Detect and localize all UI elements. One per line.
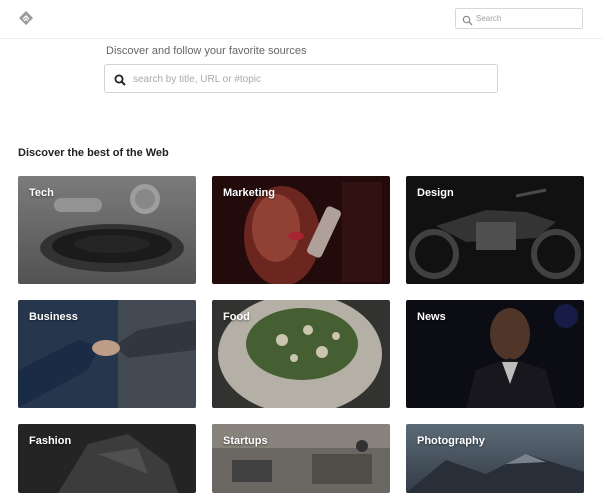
category-label: Food — [223, 311, 250, 323]
feedly-logo-icon[interactable] — [18, 10, 34, 26]
header-search-box[interactable] — [455, 8, 583, 29]
category-tile-news[interactable]: News — [406, 300, 584, 408]
search-icon — [462, 13, 473, 26]
category-label: Business — [29, 311, 78, 323]
category-tile-startups[interactable]: Startups — [212, 424, 390, 493]
discover-search-input[interactable] — [133, 71, 483, 87]
category-tile-photography[interactable]: Photography — [406, 424, 584, 493]
category-label: Photography — [417, 435, 485, 447]
category-label: News — [417, 311, 446, 323]
category-tile-marketing[interactable]: Marketing — [212, 176, 390, 284]
category-label: Design — [417, 187, 454, 199]
category-tile-fashion[interactable]: Fashion — [18, 424, 196, 493]
category-label: Marketing — [223, 187, 275, 199]
discover-tagline: Discover and follow your favorite source… — [106, 45, 307, 57]
category-label: Startups — [223, 435, 268, 447]
header-search-input[interactable] — [476, 11, 576, 26]
search-icon — [114, 73, 126, 86]
category-tile-business[interactable]: Business — [18, 300, 196, 408]
category-label: Tech — [29, 187, 54, 199]
category-tile-food[interactable]: Food — [212, 300, 390, 408]
category-tile-design[interactable]: Design — [406, 176, 584, 284]
discover-search-box[interactable] — [104, 64, 498, 93]
category-label: Fashion — [29, 435, 72, 447]
top-bar — [0, 0, 602, 39]
category-tile-tech[interactable]: Tech — [18, 176, 196, 284]
section-title: Discover the best of the Web — [18, 147, 169, 159]
